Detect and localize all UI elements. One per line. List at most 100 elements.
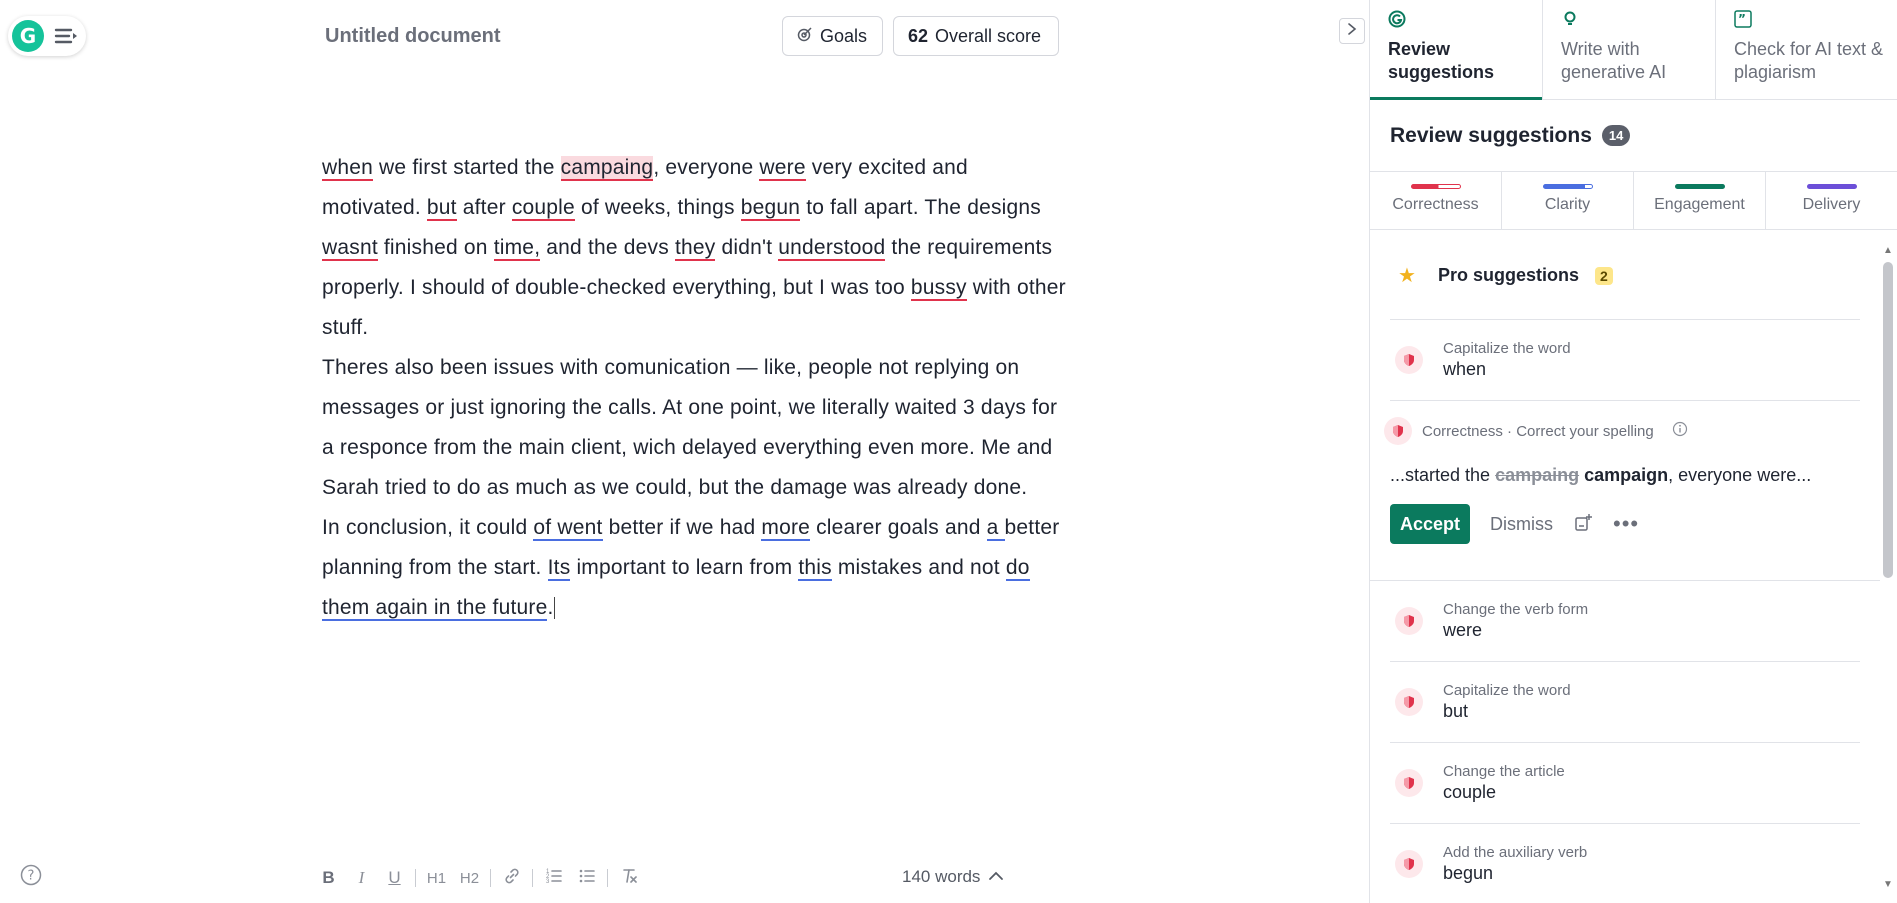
flagged-word[interactable]: campaing	[560, 156, 654, 181]
text-run: we first started the	[373, 156, 561, 179]
suggestion-card[interactable]: Add the auxiliary verb begun	[1390, 824, 1860, 903]
clear-formatting-icon[interactable]	[612, 867, 645, 890]
suggestion-count-badge: 14	[1601, 125, 1631, 146]
flagged-word[interactable]: they	[674, 236, 716, 261]
suggestion-word: begun	[1443, 863, 1494, 883]
suggestion-card[interactable]: Change the verb form were	[1390, 581, 1860, 662]
category-label: Correctness	[1392, 196, 1479, 213]
bullet-list-icon[interactable]	[570, 867, 603, 890]
more-options-icon[interactable]: •••	[1613, 511, 1639, 537]
panel-scrollbar[interactable]: ▲ ▼	[1879, 240, 1897, 890]
star-icon: ★	[1398, 265, 1416, 287]
word-count-label: 140 words	[902, 867, 981, 886]
tab-review-suggestions[interactable]: Review suggestions	[1370, 0, 1543, 100]
scrollbar-thumb[interactable]	[1883, 262, 1893, 578]
flagged-word[interactable]: bussy	[910, 276, 967, 301]
text-run: didn't	[715, 236, 779, 259]
suggestion-preview: ...started the campaing campaign, everyo…	[1390, 465, 1860, 486]
flagged-word[interactable]: but	[426, 196, 457, 221]
text-run: clearer goals and	[810, 516, 987, 539]
tab-ai-plagiarism[interactable]: ” Check for AI text & plagiarism	[1716, 0, 1889, 99]
scroll-down-icon[interactable]: ▼	[1883, 879, 1893, 890]
grammarly-logo-icon: G	[12, 20, 44, 52]
overall-score-button[interactable]: 62 Overall score	[893, 16, 1059, 56]
link-icon[interactable]	[495, 867, 528, 890]
goals-icon	[797, 26, 813, 47]
goals-button[interactable]: Goals	[782, 16, 883, 56]
suggestion-word: but	[1443, 701, 1469, 721]
flagged-word[interactable]: couple	[511, 196, 575, 221]
help-icon[interactable]: ?	[20, 864, 42, 891]
paragraph-2: Theres also been issues with comunicatio…	[322, 348, 1072, 508]
flagged-word[interactable]: begun	[740, 196, 801, 221]
expanded-suggestion-card[interactable]: Correctness · Correct your spelling ...s…	[1370, 401, 1880, 581]
suggestion-type: Add the auxiliary verb	[1443, 844, 1588, 861]
correctness-shield-icon	[1395, 607, 1423, 635]
category-correctness[interactable]: Correctness	[1370, 172, 1502, 229]
italic-icon[interactable]: I	[345, 868, 378, 888]
flagged-word[interactable]: Its	[547, 556, 571, 581]
flagged-word[interactable]: of went	[533, 516, 603, 541]
suggestion-card[interactable]: Capitalize the word when	[1390, 320, 1860, 401]
text-run: and the devs	[540, 236, 675, 259]
heading-1-icon[interactable]: H1	[420, 870, 453, 887]
category-engagement[interactable]: Engagement	[1634, 172, 1766, 229]
dismiss-button[interactable]: Dismiss	[1490, 514, 1553, 535]
tab-label: Review suggestions	[1388, 39, 1495, 82]
preview-prefix: ...started the	[1390, 465, 1496, 485]
flagged-word[interactable]: when	[322, 156, 374, 181]
accept-button[interactable]: Accept	[1390, 504, 1471, 544]
text-run: , everyone	[653, 156, 760, 179]
suggestion-type: Capitalize the word	[1443, 340, 1571, 357]
text-run: to fall apart. The designs	[800, 196, 1041, 219]
toolbar-divider	[490, 869, 491, 887]
word-count-toggle[interactable]: 140 words	[902, 867, 1004, 887]
goals-label: Goals	[820, 25, 868, 46]
add-to-dictionary-icon[interactable]	[1573, 512, 1593, 537]
scroll-up-icon[interactable]: ▲	[1883, 245, 1893, 256]
bold-icon[interactable]: B	[312, 868, 345, 888]
tab-generative-ai[interactable]: Write with generative AI	[1543, 0, 1716, 99]
flagged-word[interactable]: this	[798, 556, 832, 581]
suggestion-card[interactable]: Capitalize the word but	[1390, 662, 1860, 743]
pro-count-badge: 2	[1595, 266, 1613, 285]
tab-label: Check for AI text & plagiarism	[1734, 39, 1884, 82]
flagged-word[interactable]: a	[986, 516, 1005, 541]
underline-icon[interactable]: U	[378, 868, 411, 888]
score-label: Overall score	[935, 25, 1042, 46]
suggestion-card[interactable]: Change the article couple	[1390, 743, 1860, 824]
flagged-word[interactable]: more	[761, 516, 811, 541]
grammarly-menu-button[interactable]: G	[8, 16, 86, 56]
score-value: 62	[908, 25, 929, 46]
category-delivery[interactable]: Delivery	[1766, 172, 1897, 229]
pro-suggestions-label: Pro suggestions	[1438, 265, 1580, 285]
info-icon[interactable]	[1672, 421, 1688, 441]
numbered-list-icon[interactable]: 123	[537, 867, 570, 890]
category-label: Clarity	[1544, 196, 1591, 213]
correctness-shield-icon	[1395, 850, 1423, 878]
category-tabs: Correctness Clarity Engagement Delivery	[1370, 172, 1897, 230]
flagged-word[interactable]: time,	[493, 236, 541, 261]
paragraph-3: In conclusion, it could of went better i…	[322, 508, 1072, 628]
collapse-panel-button[interactable]	[1339, 18, 1365, 44]
correctness-shield-icon	[1395, 769, 1423, 797]
review-header: Review suggestions 14	[1370, 100, 1897, 172]
text-run: finished on	[377, 236, 494, 259]
category-clarity[interactable]: Clarity	[1502, 172, 1634, 229]
flagged-word[interactable]: wasnt	[322, 236, 378, 261]
heading-2-icon[interactable]: H2	[453, 870, 486, 887]
preview-old-word: campaing	[1495, 465, 1580, 485]
suggestion-type: Capitalize the word	[1443, 682, 1571, 699]
toolbar-divider	[415, 869, 416, 887]
pro-suggestions-row[interactable]: ★ Pro suggestions 2	[1390, 232, 1860, 320]
document-editor[interactable]: when we first started the campaing, ever…	[322, 148, 1072, 628]
lightbulb-icon	[1561, 10, 1715, 30]
document-title[interactable]: Untitled document	[325, 25, 501, 48]
category-bar	[1806, 184, 1857, 189]
assistant-panel: Review suggestions Write with generative…	[1369, 0, 1897, 903]
chevron-right-icon	[1347, 22, 1357, 41]
suggestion-word: when	[1443, 359, 1487, 379]
flagged-word[interactable]: understood	[778, 236, 886, 261]
flagged-word[interactable]: were	[759, 156, 806, 181]
suggestion-type: Change the verb form	[1443, 601, 1589, 618]
